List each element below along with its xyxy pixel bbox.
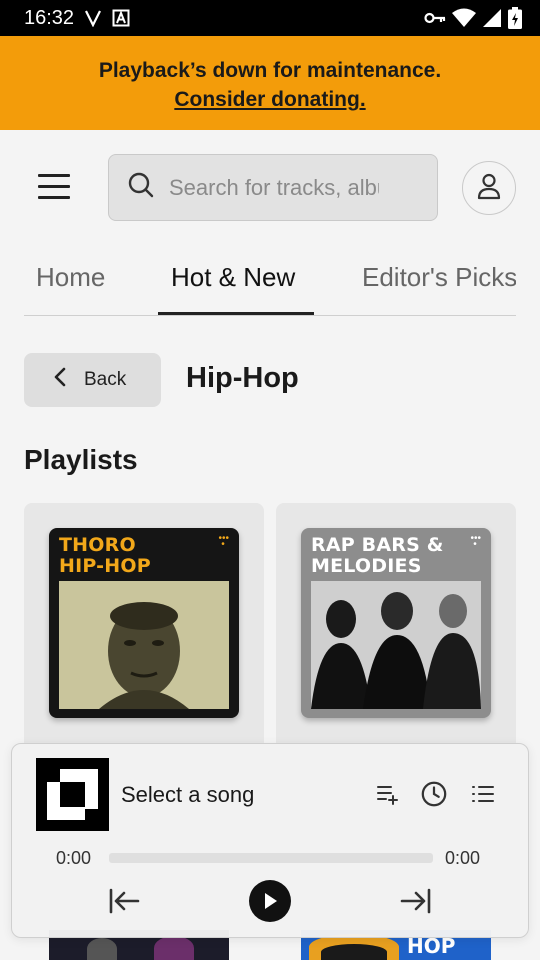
signal-icon [482,8,502,28]
queue-button[interactable] [469,780,497,808]
song-title: Select a song [121,782,255,807]
previous-button[interactable] [107,885,141,917]
playlist-card[interactable]: RAP BARS & MELODIES ••• • [276,503,516,763]
history-button[interactable] [420,780,448,808]
playlist-card[interactable]: THORO HIP-HOP ••• • [24,503,264,763]
active-tab-indicator [158,312,314,315]
brand-dots-icon: ••• • [470,533,481,550]
playlist-cover: THORO HIP-HOP ••• • [49,528,239,718]
elapsed-time: 0:00 [56,848,92,868]
nav-tabs: Home Hot & New Editor's Picks [24,240,516,316]
page-title: Hip-Hop [186,362,299,394]
song-artwork [36,758,109,831]
status-bar: 16:32 [0,0,540,36]
clock-icon [421,781,447,807]
total-time: 0:00 [445,848,481,868]
donate-link[interactable]: Consider donating. [174,85,365,114]
banner-message: Playback’s down for maintenance. [98,59,442,82]
next-button[interactable] [399,885,433,917]
list-icon [472,786,494,802]
search-input[interactable] [169,174,379,201]
play-button[interactable] [249,880,291,922]
section-title-playlists: Playlists [24,444,138,475]
tab-home[interactable]: Home [36,262,105,293]
wifi-icon [452,8,476,28]
brand-dots-icon: ••• • [218,533,229,550]
key-icon [424,11,446,25]
maintenance-banner: Playback’s down for maintenance. Conside… [0,36,540,130]
back-label: Back [84,369,127,390]
playlist-add-icon [377,786,398,805]
search-box[interactable] [108,154,438,221]
menu-button[interactable] [38,174,70,202]
play-icon [265,893,277,909]
battery-icon [508,7,522,29]
user-icon [476,172,502,205]
skip-previous-icon [109,888,140,914]
progress-bar[interactable] [109,853,433,863]
mini-player: Select a song 0:00 0:00 [11,743,529,938]
add-to-queue-button[interactable] [374,780,402,808]
tab-editors-picks[interactable]: Editor's Picks [362,262,516,293]
back-button[interactable]: Back [24,353,161,407]
playlist-art-title: RAP BARS & MELODIES [311,534,444,577]
notification-a-icon [112,9,130,27]
skip-next-icon [400,888,431,914]
playlist-art-title: THORO HIP-HOP [59,534,151,577]
account-button[interactable] [462,161,516,215]
chevron-left-icon [54,367,66,393]
search-icon [127,171,155,204]
vpn-v-icon [84,9,102,27]
menu-icon [38,174,70,177]
playlist-cover: RAP BARS & MELODIES ••• • [301,528,491,718]
tab-hot-and-new[interactable]: Hot & New [171,262,295,293]
status-time: 16:32 [24,6,75,29]
